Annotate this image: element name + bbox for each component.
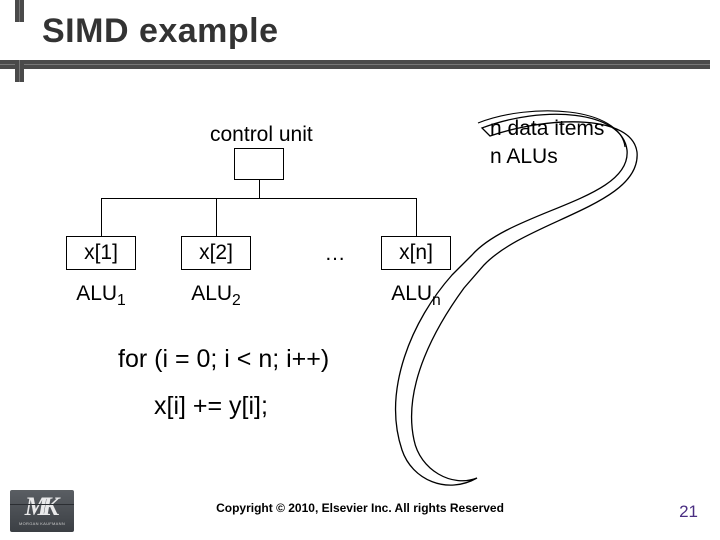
connector-alun xyxy=(416,198,417,236)
title-accent-top xyxy=(15,0,24,22)
annotation-line-1: n data items xyxy=(490,115,604,143)
page-number: 21 xyxy=(679,502,698,522)
diagram: control unit x[1] ALU1 x[2] ALU2 … x[n] xyxy=(0,90,720,480)
alu-data-box-2: x[2] xyxy=(181,236,251,270)
connector-alu2 xyxy=(216,198,217,236)
title-accent-bottom xyxy=(15,60,24,82)
code-line-2: x[i] += y[i]; xyxy=(154,392,329,421)
alu-name-n: ALU xyxy=(391,282,432,305)
footer-copyright: Copyright © 2010, Elsevier Inc. All righ… xyxy=(0,501,720,515)
control-unit-label: control unit xyxy=(210,123,313,147)
alu-label-n: ALUn xyxy=(381,282,451,310)
connector-bus xyxy=(101,198,416,199)
alu-data-box-1: x[1] xyxy=(66,236,136,270)
publisher-logo: MK MORGAN KAUFMANN xyxy=(10,490,74,532)
annotation-line-2: n ALUs xyxy=(490,143,604,171)
code-line-1: for (i = 0; i < n; i++) xyxy=(118,345,329,374)
slide-title: SIMD example xyxy=(42,12,279,51)
alu-data-2: x[2] xyxy=(199,241,233,265)
alu-sub-1: 1 xyxy=(117,292,126,309)
alu-label-2: ALU2 xyxy=(181,282,251,310)
alu-sub-2: 2 xyxy=(232,292,241,309)
connector-control-down xyxy=(259,180,260,198)
alu-data-n: x[n] xyxy=(399,241,433,265)
title-area: SIMD example xyxy=(0,0,720,80)
alu-sub-n: n xyxy=(432,292,441,309)
logo-publisher: MORGAN KAUFMANN xyxy=(19,521,65,526)
connector-alu1 xyxy=(101,198,102,236)
logo-letter-k: K xyxy=(42,492,59,521)
alu-label-1: ALU1 xyxy=(66,282,136,310)
annotation: n data items n ALUs xyxy=(490,115,604,172)
alu-data-box-n: x[n] xyxy=(381,236,451,270)
title-underline xyxy=(0,60,710,69)
slide: SIMD example control unit x[1] ALU1 x[2]… xyxy=(0,0,720,540)
alu-name-1: ALU xyxy=(76,282,117,305)
ellipsis: … xyxy=(305,242,365,266)
alu-data-1: x[1] xyxy=(84,241,118,265)
code-block: for (i = 0; i < n; i++) x[i] += y[i]; xyxy=(118,345,329,421)
control-unit-box xyxy=(234,148,284,180)
alu-name-2: ALU xyxy=(191,282,232,305)
